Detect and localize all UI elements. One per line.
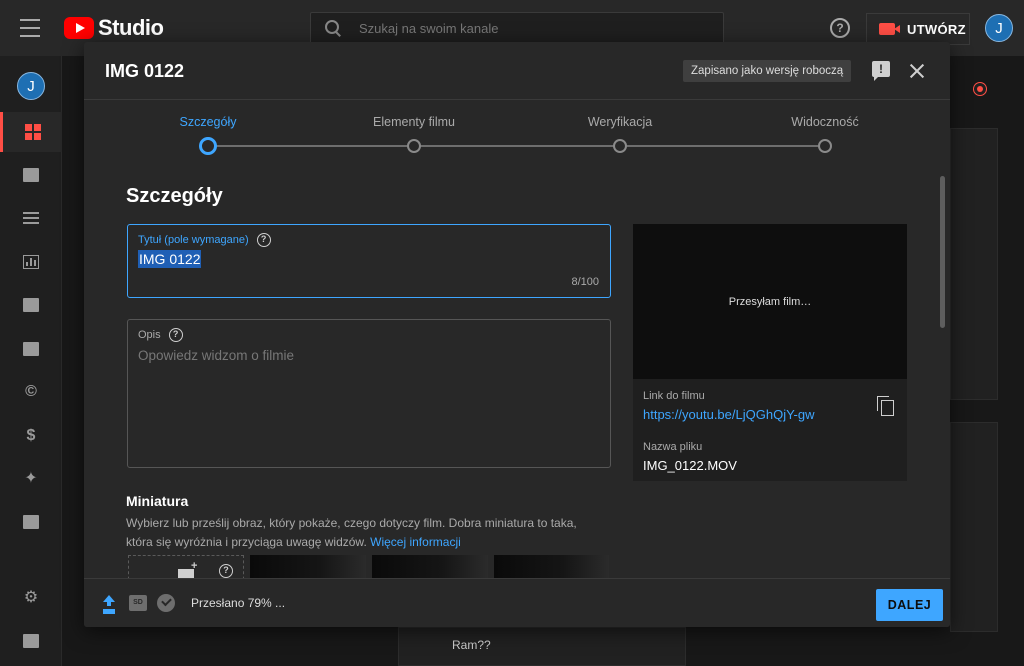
- thumbnail-heading: Miniatura: [126, 493, 189, 509]
- dashboard-icon: [24, 124, 41, 140]
- sidebar-item-feedback[interactable]: [0, 621, 62, 661]
- dialog-header: IMG 0122 Zapisano jako wersję roboczą: [84, 42, 950, 100]
- dashboard-card: [950, 128, 998, 400]
- video-link-label: Link do filmu: [643, 390, 705, 402]
- sidebar-item-playlists[interactable]: [0, 198, 62, 238]
- analytics-icon: [23, 255, 39, 269]
- step-dot-details[interactable]: [199, 137, 217, 155]
- step-details[interactable]: Szczegóły: [180, 115, 237, 129]
- filename-value: IMG_0122.MOV: [643, 458, 737, 473]
- studio-logo[interactable]: Studio: [64, 15, 164, 41]
- step-dot-visibility[interactable]: [818, 139, 832, 153]
- dollar-icon: $: [26, 427, 36, 444]
- title-label-text: Tytuł (pole wymagane): [138, 234, 249, 246]
- search-icon[interactable]: [325, 20, 341, 36]
- menu-icon[interactable]: [20, 19, 40, 37]
- sidebar-item-customization[interactable]: ✦: [0, 459, 62, 499]
- search-bar[interactable]: [310, 12, 724, 44]
- stepper-track: [208, 145, 825, 147]
- video-player[interactable]: Przesyłam film…: [633, 224, 907, 379]
- sidebar-item-monetization[interactable]: $: [0, 416, 62, 456]
- dialog-title: IMG 0122: [105, 61, 185, 81]
- gear-icon: ⚙: [23, 589, 39, 606]
- help-icon[interactable]: ?: [256, 233, 271, 247]
- upload-icon: [102, 595, 116, 611]
- feedback-icon[interactable]: [872, 61, 890, 81]
- dialog-footer: SD Przesłano 79% ... DALEJ: [84, 578, 950, 627]
- comments-icon: [23, 298, 39, 312]
- youtube-play-icon: [64, 17, 94, 39]
- step-dot-video-elements[interactable]: [407, 139, 421, 153]
- check-circle-icon: [157, 594, 175, 612]
- sidebar-item-subtitles[interactable]: [0, 329, 62, 369]
- draft-saved-badge: Zapisano jako wersję roboczą: [683, 60, 852, 82]
- sidebar-item-copyright[interactable]: ©: [0, 372, 62, 412]
- help-icon[interactable]: ?: [219, 564, 233, 578]
- description-field[interactable]: Opis ? Opowiedz widzom o filmie: [127, 319, 611, 468]
- description-field-label: Opis ?: [138, 328, 183, 342]
- step-checks[interactable]: Weryfikacja: [588, 115, 652, 129]
- filename-label: Nazwa pliku: [643, 441, 703, 453]
- upload-dialog: IMG 0122 Zapisano jako wersję roboczą Sz…: [84, 42, 950, 627]
- sidebar-item-settings[interactable]: ⚙: [0, 578, 62, 618]
- step-dot-checks[interactable]: [613, 139, 627, 153]
- upload-status-text: Przesyłam film…: [728, 296, 812, 308]
- sidebar-item-content[interactable]: [0, 155, 62, 195]
- step-visibility[interactable]: Widoczność: [791, 115, 858, 129]
- description-label-text: Opis: [138, 329, 161, 341]
- subtitles-icon: [23, 342, 39, 356]
- upload-progress-text: Przesłano 79% ...: [191, 596, 286, 610]
- video-preview-panel: Przesyłam film… Link do filmu https://yo…: [633, 224, 907, 481]
- video-library-icon: [23, 168, 39, 182]
- scrollbar-thumb[interactable]: [940, 176, 945, 328]
- sd-quality-icon: SD: [129, 595, 147, 611]
- sidebar: J © $ ✦ ⚙: [0, 56, 62, 666]
- live-icon[interactable]: [968, 78, 992, 100]
- thumbnail-description-text: Wybierz lub prześlij obraz, który pokaże…: [126, 516, 577, 549]
- sidebar-item-analytics[interactable]: [0, 242, 62, 282]
- dashboard-card: [398, 627, 686, 666]
- video-camera-icon: [879, 23, 900, 35]
- playlist-icon: [23, 212, 39, 224]
- create-button-label: UTWÓRZ: [907, 21, 966, 37]
- help-icon[interactable]: ?: [830, 18, 850, 38]
- channel-avatar[interactable]: J: [17, 72, 45, 100]
- copy-icon[interactable]: [877, 396, 894, 416]
- help-icon[interactable]: ?: [168, 328, 183, 342]
- account-avatar[interactable]: J: [985, 14, 1013, 42]
- section-title: Szczegóły: [126, 185, 223, 207]
- sidebar-item-dashboard[interactable]: [0, 112, 62, 152]
- step-video-elements[interactable]: Elementy filmu: [373, 115, 455, 129]
- description-placeholder[interactable]: Opowiedz widzom o filmie: [138, 348, 294, 363]
- feedback-icon: [23, 634, 39, 648]
- thumbnail-description: Wybierz lub prześlij obraz, który pokaże…: [126, 514, 606, 552]
- create-button[interactable]: UTWÓRZ: [866, 13, 970, 45]
- title-field[interactable]: Tytuł (pole wymagane) ? IMG 0122 8/100: [127, 224, 611, 298]
- search-input[interactable]: [359, 20, 699, 36]
- sidebar-item-audio-library[interactable]: [0, 502, 62, 542]
- audio-library-icon: [23, 515, 39, 529]
- dashboard-card: [950, 422, 998, 632]
- more-info-link[interactable]: Więcej informacji: [370, 535, 461, 549]
- title-field-label: Tytuł (pole wymagane) ?: [138, 233, 271, 247]
- copyright-icon: ©: [25, 383, 37, 400]
- magic-wand-icon: ✦: [24, 470, 38, 487]
- video-link[interactable]: https://youtu.be/LjQGhQjY-gw: [643, 407, 815, 422]
- logo-text: Studio: [98, 15, 164, 40]
- comment-text: Ram??: [452, 638, 491, 652]
- title-input[interactable]: IMG 0122: [138, 250, 202, 268]
- next-button[interactable]: DALEJ: [876, 589, 943, 621]
- title-char-counter: 8/100: [571, 276, 599, 288]
- close-icon[interactable]: [908, 62, 926, 80]
- title-value: IMG 0122: [138, 250, 202, 268]
- sidebar-item-comments[interactable]: [0, 285, 62, 325]
